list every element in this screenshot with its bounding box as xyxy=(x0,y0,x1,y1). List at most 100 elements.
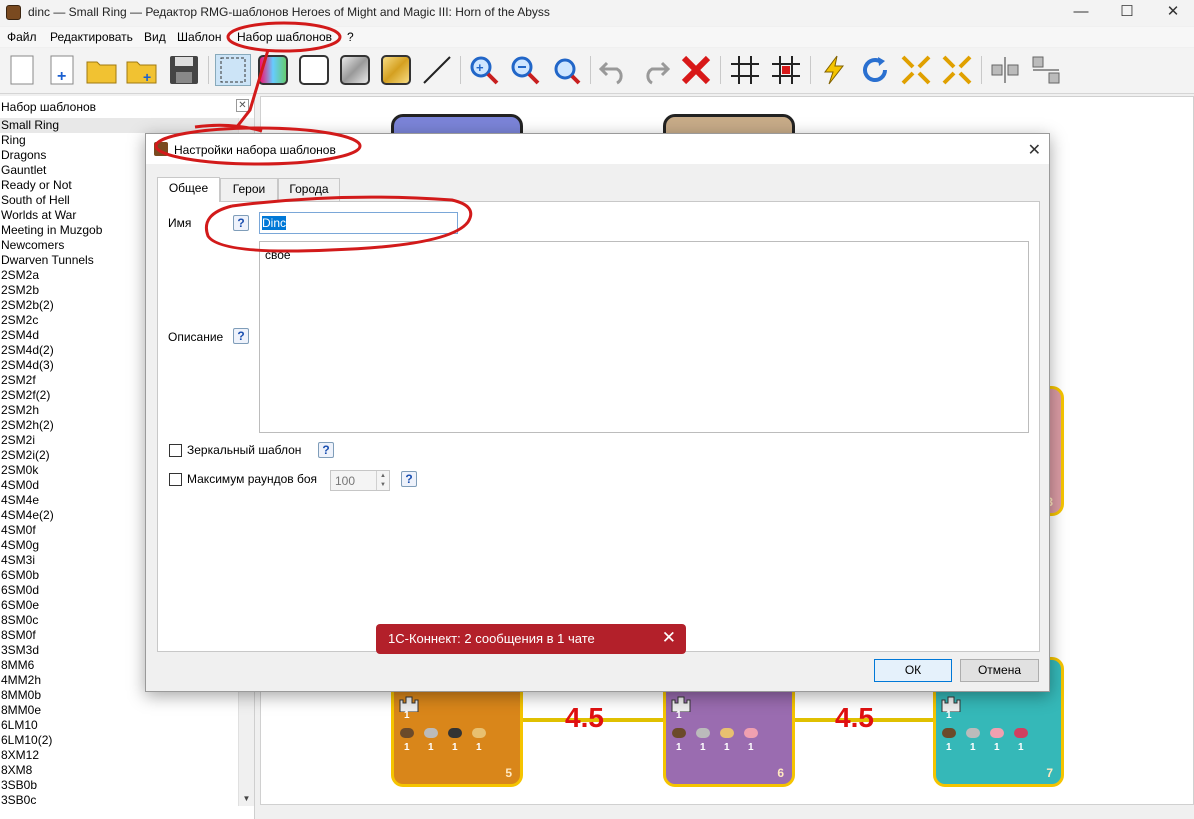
color-zone-icon[interactable] xyxy=(257,54,289,86)
resource-count: 1 xyxy=(428,742,434,753)
mirror-help-icon[interactable]: ? xyxy=(318,442,334,458)
resource-count: 1 xyxy=(700,742,706,753)
menu-templates-set[interactable]: Набор шаблонов xyxy=(237,30,332,44)
description-label: Описание xyxy=(168,330,224,344)
mirror-checkbox[interactable] xyxy=(169,444,182,457)
maximize-button[interactable]: ☐ xyxy=(1104,0,1150,26)
lightning-icon[interactable] xyxy=(818,54,850,86)
menu-edit[interactable]: Редактировать xyxy=(50,30,133,44)
undo-icon[interactable] xyxy=(598,54,630,86)
tab-general[interactable]: Общее xyxy=(157,177,220,202)
open-folder-icon[interactable] xyxy=(86,54,118,86)
max-rounds-label: Максимум раундов боя xyxy=(187,472,317,486)
resource-count: 1 xyxy=(994,742,1000,753)
max-rounds-spinbox[interactable]: 100 ▲ ▼ xyxy=(330,470,390,491)
template-list-item[interactable]: 3SB0c xyxy=(0,793,238,808)
dialog-title-bar: Настройки набора шаблонов ✕ xyxy=(146,134,1049,164)
dialog-title: Настройки набора шаблонов xyxy=(174,143,336,157)
gems-icon xyxy=(1014,728,1028,738)
description-textarea[interactable]: свое xyxy=(259,241,1029,433)
tab-towns[interactable]: Города xyxy=(278,178,340,201)
grid-icon[interactable] xyxy=(729,54,761,86)
align-v-icon[interactable] xyxy=(1030,54,1062,86)
max-rounds-value: 100 xyxy=(335,474,356,488)
gold-zone-icon[interactable] xyxy=(380,54,412,86)
mirror-label: Зеркальный шаблон xyxy=(187,443,302,457)
crystal-icon xyxy=(744,728,758,738)
connection-label: 4.5 xyxy=(835,702,874,733)
max-rounds-help-icon[interactable]: ? xyxy=(401,471,417,487)
template-list-item[interactable]: 3SB0b xyxy=(0,778,238,793)
add-template-icon[interactable]: + xyxy=(46,54,78,86)
svg-text:+: + xyxy=(57,68,66,85)
menu-file[interactable]: Файл xyxy=(7,30,37,44)
save-icon[interactable] xyxy=(168,54,200,86)
template-list-item[interactable]: 6LM10 xyxy=(0,718,238,733)
zoom-fit-icon[interactable] xyxy=(550,54,582,86)
dialog-close-button[interactable]: ✕ xyxy=(1028,140,1041,160)
menu-template[interactable]: Шаблон xyxy=(177,30,221,44)
panel-title: Набор шаблонов xyxy=(1,100,97,114)
connection-label: 4.5 xyxy=(565,702,604,733)
tab-heroes[interactable]: Герои xyxy=(220,178,278,201)
refresh-icon[interactable] xyxy=(859,54,891,86)
castle-count: 1 xyxy=(404,710,410,721)
max-rounds-checkbox[interactable] xyxy=(169,473,182,486)
template-list-item[interactable]: 8MM0e xyxy=(0,703,238,718)
template-list-item[interactable]: Small Ring xyxy=(0,118,238,133)
ok-button[interactable]: ОК xyxy=(874,659,952,682)
template-list-item[interactable]: 8XM8 xyxy=(0,763,238,778)
add-folder-icon[interactable]: + xyxy=(126,54,158,86)
notification-toast[interactable]: 1С-Коннект: 2 сообщения в 1 чате ✕ xyxy=(376,624,686,654)
toolbar-separator xyxy=(981,56,982,84)
ore-icon xyxy=(966,728,980,738)
spin-down-arrow[interactable]: ▼ xyxy=(376,480,389,490)
zone-number: 7 xyxy=(1046,766,1053,780)
zoom-in-icon[interactable]: + xyxy=(468,54,500,86)
silver-zone-icon[interactable] xyxy=(339,54,371,86)
title-bar: dinc — Small Ring — Редактор RMG-шаблоно… xyxy=(0,0,1194,26)
notification-close-icon[interactable]: ✕ xyxy=(662,628,676,648)
name-input-value: Dinc xyxy=(262,216,287,230)
resource-count: 1 xyxy=(1018,742,1024,753)
ore-icon xyxy=(696,728,710,738)
redo-icon[interactable] xyxy=(639,54,671,86)
resource-count: 1 xyxy=(476,742,482,753)
toolbar-separator xyxy=(208,56,209,84)
toolbar-separator xyxy=(720,56,721,84)
resource-count: 1 xyxy=(676,742,682,753)
menu-help[interactable]: ? xyxy=(347,30,354,44)
crystal-icon xyxy=(990,728,1004,738)
castle-count: 1 xyxy=(946,710,952,721)
white-zone-icon[interactable] xyxy=(298,54,330,86)
name-input[interactable]: Dinc xyxy=(259,212,458,234)
grid-snap-icon[interactable] xyxy=(770,54,802,86)
close-window-button[interactable]: ✕ xyxy=(1150,0,1194,26)
description-help-icon[interactable]: ? xyxy=(233,328,249,344)
wood-icon xyxy=(400,728,414,738)
castle-count: 1 xyxy=(676,710,682,721)
new-document-icon[interactable] xyxy=(6,54,38,86)
description-value: свое xyxy=(265,248,291,262)
template-list-item[interactable]: 6LM10(2) xyxy=(0,733,238,748)
select-icon[interactable] xyxy=(215,54,251,86)
resource-count: 1 xyxy=(748,742,754,753)
wood-icon xyxy=(672,728,686,738)
zone-number: 5 xyxy=(505,766,512,780)
delete-icon[interactable] xyxy=(680,54,712,86)
name-help-icon[interactable]: ? xyxy=(233,215,249,231)
zoom-out-icon[interactable] xyxy=(509,54,541,86)
menu-view[interactable]: Вид xyxy=(144,30,166,44)
mercury-icon xyxy=(448,728,462,738)
line-icon[interactable] xyxy=(421,54,453,86)
panel-close-button[interactable]: ✕ xyxy=(236,99,249,112)
scroll-down-arrow[interactable]: ▼ xyxy=(239,792,254,806)
expand-icon[interactable] xyxy=(941,54,973,86)
template-list-item[interactable]: 8XM12 xyxy=(0,748,238,763)
shrink-icon[interactable] xyxy=(900,54,932,86)
align-h-icon[interactable] xyxy=(989,54,1021,86)
cancel-button[interactable]: Отмена xyxy=(960,659,1039,682)
minimize-button[interactable]: — xyxy=(1058,0,1104,26)
template-set-settings-dialog: Настройки набора шаблонов ✕ Общее Герои … xyxy=(145,133,1050,692)
toolbar-separator xyxy=(460,56,461,84)
